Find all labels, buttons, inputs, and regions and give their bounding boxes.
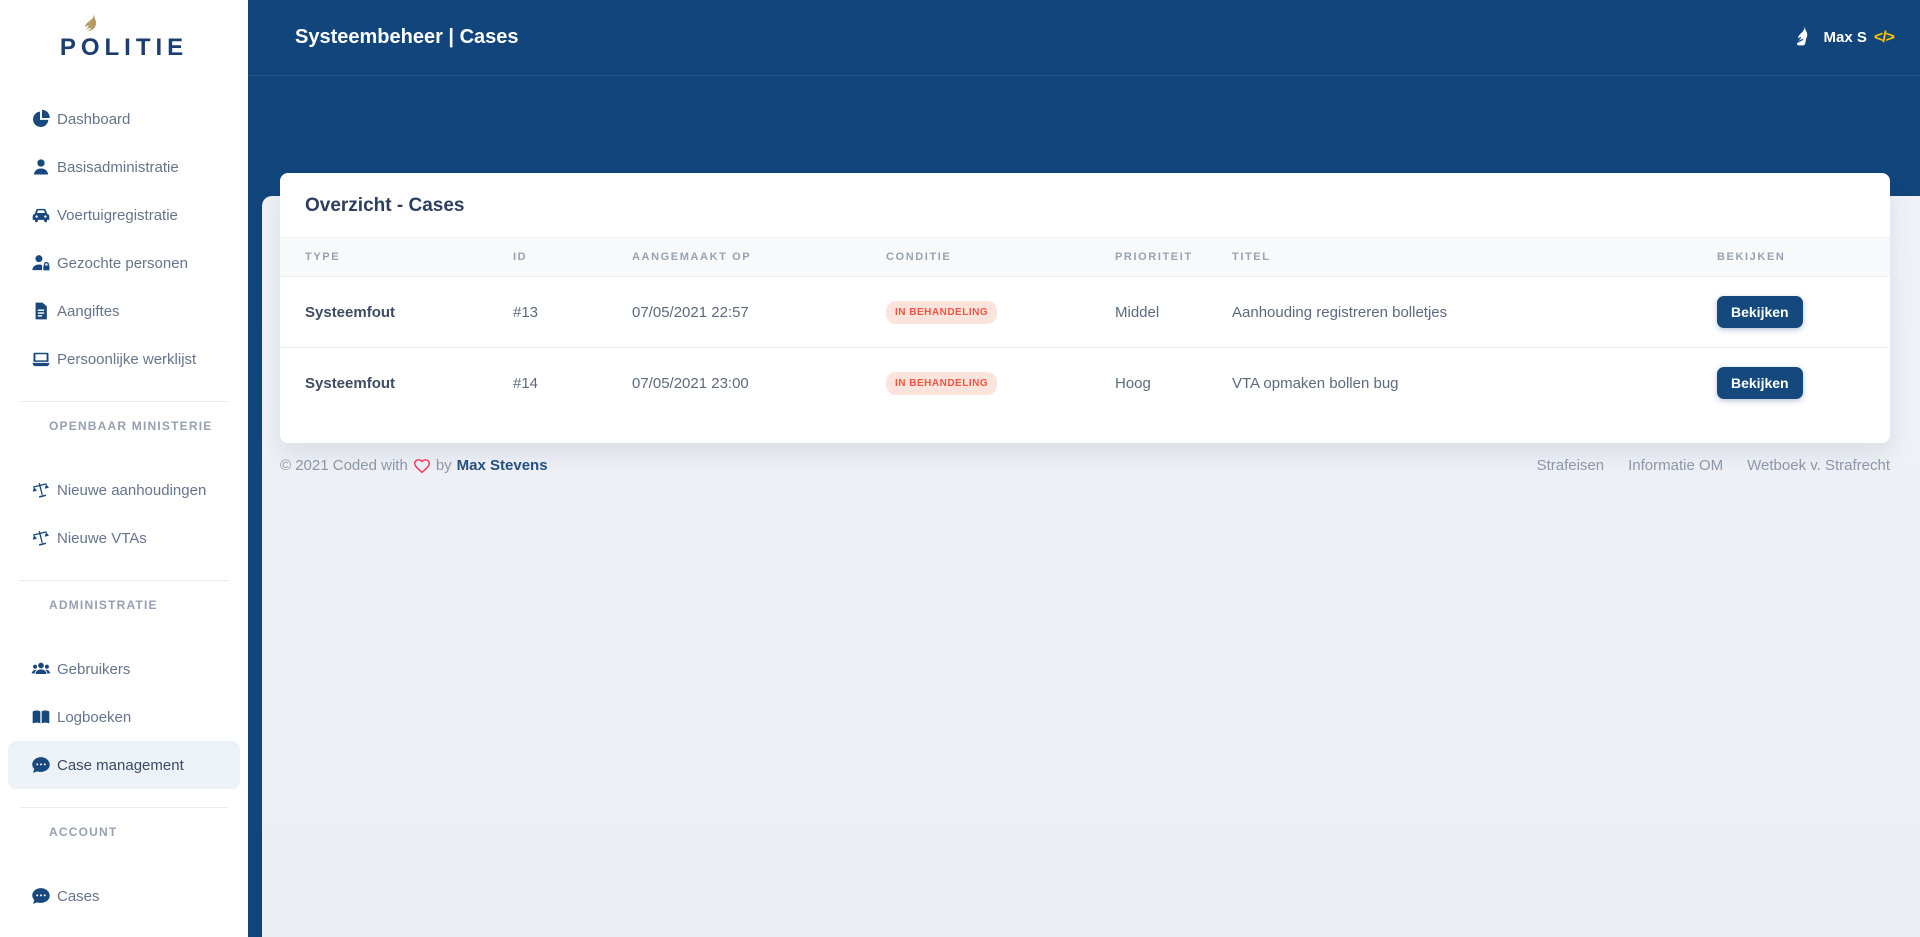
- sidebar-item-cases[interactable]: Cases: [8, 872, 240, 920]
- sidebar-item-label: Aangiftes: [57, 302, 120, 320]
- sidebar: P OLITIE Dashboard Basisadministratie Voe…: [0, 0, 248, 937]
- cell-priority: Hoog: [1115, 347, 1232, 418]
- column-header-titel: TITEL: [1232, 237, 1717, 277]
- footer-credits: © 2021 Coded with by Max Stevens: [280, 457, 548, 474]
- sidebar-section-account: ACCOUNT: [49, 825, 118, 839]
- pie-chart-icon: [31, 109, 51, 129]
- scales-icon: [31, 480, 51, 500]
- sidebar-item-label: Nieuwe aanhoudingen: [57, 481, 207, 499]
- sidebar-item-basisadministratie[interactable]: Basisadministratie: [8, 143, 240, 191]
- comment-dots-icon: [31, 755, 51, 775]
- cases-table: TYPE ID AANGEMAAKT OP CONDITIE PRIORITEI…: [280, 237, 1890, 418]
- page-title: Systeembeheer | Cases: [295, 26, 519, 48]
- footer-link-informatie-om[interactable]: Informatie OM: [1628, 457, 1723, 474]
- document-icon: [31, 301, 51, 321]
- sidebar-item-label: Cases: [57, 887, 100, 905]
- copyright-text: © 2021 Coded with: [280, 457, 408, 474]
- sidebar-item-label: Voertuigregistratie: [57, 206, 178, 224]
- cell-id: #13: [513, 303, 539, 321]
- car-icon: [31, 205, 51, 225]
- sidebar-item-persoonlijke-werklijst[interactable]: Persoonlijke werklijst: [8, 335, 240, 383]
- logo-letters-rest: LITIE: [104, 33, 189, 61]
- flame-icon: [84, 12, 96, 31]
- status-badge: IN BEHANDELING: [886, 371, 998, 395]
- content-area: Overzicht - Cases TYPE ID AANGEMAAKT OP …: [262, 173, 1920, 937]
- politie-logo[interactable]: P OLITIE: [0, 0, 248, 95]
- politie-flame-icon: [1796, 25, 1807, 45]
- sidebar-item-label: Basisadministratie: [57, 158, 179, 176]
- laptop-icon: [31, 349, 51, 369]
- politie-logo-text: P OLITIE: [60, 12, 189, 62]
- cell-type: Systeemfout: [280, 347, 513, 418]
- sidebar-item-nieuwe-vtas[interactable]: Nieuwe VTAs: [8, 514, 240, 562]
- user-icon: [31, 157, 51, 177]
- user-menu[interactable]: Max S </>: [1790, 25, 1895, 51]
- cell-created: 07/05/2021 22:57: [632, 303, 749, 321]
- column-header-type: TYPE: [280, 237, 513, 277]
- sidebar-item-voertuigregistratie[interactable]: Voertuigregistratie: [8, 191, 240, 239]
- table-header-row: TYPE ID AANGEMAAKT OP CONDITIE PRIORITEI…: [280, 237, 1890, 277]
- by-text: by: [435, 457, 452, 474]
- sidebar-item-gebruikers[interactable]: Gebruikers: [8, 645, 240, 693]
- cell-condition: IN BEHANDELING: [886, 277, 1115, 348]
- sidebar-item-label: Gebruikers: [57, 660, 131, 678]
- footer-link-strafeisen[interactable]: Strafeisen: [1537, 457, 1605, 474]
- heart-icon: [413, 458, 430, 473]
- sidebar-item-gezochte-personen[interactable]: Gezochte personen: [8, 239, 240, 287]
- status-badge: IN BEHANDELING: [886, 300, 998, 324]
- sidebar-item-label: Logboeken: [57, 708, 132, 726]
- sidebar-item-case-management[interactable]: Case management: [8, 741, 240, 789]
- cell-action: Bekijken: [1717, 347, 1890, 418]
- sidebar-item-label: Dashboard: [57, 110, 131, 128]
- column-header-conditie: CONDITIE: [886, 237, 1115, 277]
- sidebar-item-aangiftes[interactable]: Aangiftes: [8, 287, 240, 335]
- sidebar-item-label: Persoonlijke werklijst: [57, 350, 197, 368]
- users-icon: [31, 659, 51, 679]
- main-area: Systeembeheer | Cases Max S </> Overzich…: [248, 0, 1920, 937]
- topbar: Systeembeheer | Cases Max S </>: [248, 0, 1920, 76]
- cell-action: Bekijken: [1717, 277, 1890, 348]
- page-footer: © 2021 Coded with by Max Stevens Strafei…: [280, 443, 1890, 474]
- sidebar-section-openbaar-ministerie: OPENBAAR MINISTERIE: [49, 419, 213, 433]
- column-header-bekijken: BEKIJKEN: [1717, 237, 1890, 277]
- cases-card: Overzicht - Cases TYPE ID AANGEMAAKT OP …: [280, 173, 1890, 443]
- sidebar-item-logboeken[interactable]: Logboeken: [8, 693, 240, 741]
- scales-icon: [31, 528, 51, 548]
- app-root: P OLITIE Dashboard Basisadministratie Voe…: [0, 0, 1920, 937]
- comment-dots-icon: [31, 886, 51, 906]
- footer-links: Strafeisen Informatie OM Wetboek v. Stra…: [1537, 457, 1890, 474]
- code-icon: </>: [1873, 28, 1895, 46]
- column-header-aangemaakt-op: AANGEMAAKT OP: [632, 237, 886, 277]
- sidebar-item-dashboard[interactable]: Dashboard: [8, 95, 240, 143]
- cell-type: Systeemfout: [305, 303, 396, 321]
- author-link[interactable]: Max Stevens: [457, 457, 548, 474]
- sidebar-divider: [20, 401, 228, 402]
- sidebar-divider: [20, 807, 228, 808]
- cell-priority: Middel: [1115, 303, 1160, 321]
- bekijken-button[interactable]: Bekijken: [1717, 367, 1803, 399]
- sidebar-divider: [20, 580, 228, 581]
- sidebar-item-label: Case management: [57, 756, 184, 774]
- sidebar-item-nieuwe-aanhoudingen[interactable]: Nieuwe aanhoudingen: [8, 466, 240, 514]
- sidebar-item-label: Gezochte personen: [57, 254, 188, 272]
- cell-title: VTA opmaken bollen bug: [1232, 347, 1717, 418]
- table-row: Systeemfout #14 07/05/2021 23:00 IN BEHA…: [280, 347, 1890, 418]
- card-title: Overzicht - Cases: [305, 195, 465, 216]
- book-open-icon: [31, 707, 51, 727]
- column-header-prioriteit: PRIORITEIT: [1115, 237, 1232, 277]
- table-row: Systeemfout #13 07/05/2021 22:57 IN BEHA…: [280, 277, 1890, 348]
- cell-title: Aanhouding registreren bolletjes: [1232, 303, 1448, 321]
- user-lock-icon: [31, 253, 51, 273]
- footer-link-wetboek[interactable]: Wetboek v. Strafrecht: [1747, 457, 1890, 474]
- cell-condition: IN BEHANDELING: [886, 347, 1115, 418]
- user-name: Max S: [1823, 29, 1867, 46]
- cell-id: #14: [513, 347, 632, 418]
- column-header-id: ID: [513, 237, 632, 277]
- sidebar-section-administratie: ADMINISTRATIE: [49, 598, 158, 612]
- sidebar-item-label: Nieuwe VTAs: [57, 529, 147, 547]
- sidebar-nav: Dashboard Basisadministratie Voertuigreg…: [0, 95, 248, 920]
- bekijken-button[interactable]: Bekijken: [1717, 296, 1803, 328]
- cell-created: 07/05/2021 23:00: [632, 347, 886, 418]
